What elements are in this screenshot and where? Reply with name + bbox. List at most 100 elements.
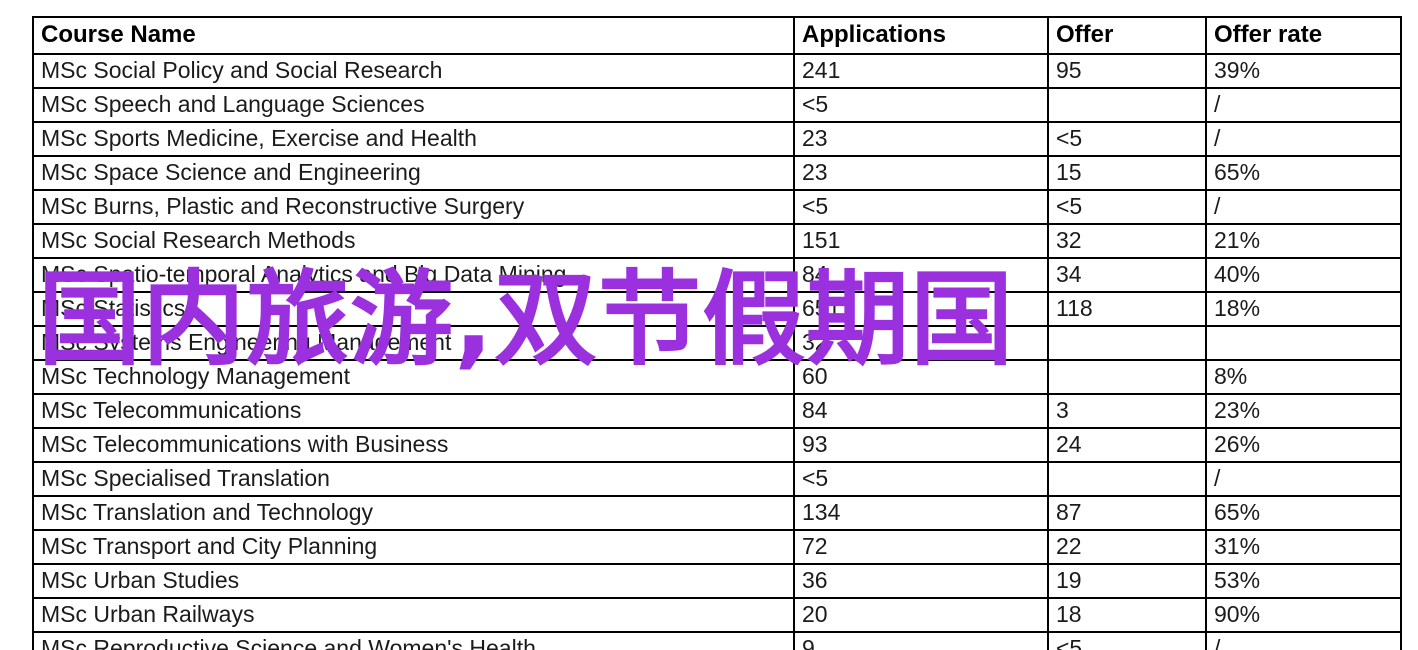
offer-cell — [1047, 461, 1207, 497]
table-row: MSc Statistics 651 118 18% — [32, 291, 1402, 327]
offer-cell — [1047, 325, 1207, 361]
offer-rate-cell: 23% — [1205, 393, 1402, 429]
table-row: MSc Burns, Plastic and Reconstructive Su… — [32, 189, 1402, 225]
course-name-cell: MSc Technology Management — [32, 359, 795, 395]
applications-cell: 36 — [793, 563, 1049, 599]
table-row: MSc Social Research Methods 151 32 21% — [32, 223, 1402, 259]
offer-rate-cell: 31% — [1205, 529, 1402, 565]
course-name-cell: MSc Burns, Plastic and Reconstructive Su… — [32, 189, 795, 225]
offer-cell: 95 — [1047, 53, 1207, 89]
table-row: MSc Space Science and Engineering 23 15 65% — [32, 155, 1402, 191]
offer-cell: 15 — [1047, 155, 1207, 191]
table-header-row: Course Name Applications Offer Offer rat… — [32, 16, 1402, 55]
course-name-cell: MSc Sports Medicine, Exercise and Health — [32, 121, 795, 157]
table-row: MSc Telecommunications with Business 93 24… — [32, 427, 1402, 463]
offer-rate-cell: 90% — [1205, 597, 1402, 633]
table-header: Course Name Applications Offer Offer rat… — [32, 16, 1402, 55]
course-name-cell: MSc Space Science and Engineering — [32, 155, 795, 191]
page-canvas: 蓝天地 留学 Course Name Applications Offer Of… — [0, 0, 1418, 650]
applications-cell: 151 — [793, 223, 1049, 259]
table-row: MSc Reproductive Science and Women's Hea… — [32, 631, 1402, 650]
course-name-cell: MSc Social Policy and Social Research — [32, 53, 795, 89]
applications-cell: 23 — [793, 155, 1049, 191]
offer-cell: 32 — [1047, 223, 1207, 259]
applications-cell: 134 — [793, 495, 1049, 531]
offer-cell: <5 — [1047, 631, 1207, 650]
offer-cell — [1047, 87, 1207, 123]
offer-cell: 3 — [1047, 393, 1207, 429]
offer-cell: 24 — [1047, 427, 1207, 463]
applications-cell: 20 — [793, 597, 1049, 633]
offer-rate-cell: / — [1205, 87, 1402, 123]
offer-rate-cell: 18% — [1205, 291, 1402, 327]
applications-cell: <5 — [793, 87, 1049, 123]
offer-cell: 34 — [1047, 257, 1207, 293]
applications-cell: 9 — [793, 631, 1049, 650]
course-name-cell: MSc Urban Railways — [32, 597, 795, 633]
course-statistics-table-container: Course Name Applications Offer Offer rat… — [32, 16, 1402, 650]
column-header-applications: Applications — [793, 16, 1049, 55]
course-statistics-table: Course Name Applications Offer Offer rat… — [32, 16, 1402, 650]
course-name-cell: MSc Social Research Methods — [32, 223, 795, 259]
offer-rate-cell: 65% — [1205, 155, 1402, 191]
course-name-cell: MSc Speech and Language Sciences — [32, 87, 795, 123]
table-body: MSc Social Policy and Social Research 241… — [32, 53, 1402, 650]
applications-cell: 84 — [793, 257, 1049, 293]
offer-rate-cell: 53% — [1205, 563, 1402, 599]
applications-cell: 32 — [793, 325, 1049, 361]
applications-cell: 23 — [793, 121, 1049, 157]
offer-rate-cell: / — [1205, 461, 1402, 497]
offer-cell: 118 — [1047, 291, 1207, 327]
applications-cell: <5 — [793, 461, 1049, 497]
column-header-offer: Offer — [1047, 16, 1207, 55]
course-name-cell: MSc Reproductive Science and Women's Hea… — [32, 631, 795, 650]
column-header-course-name: Course Name — [32, 16, 795, 55]
applications-cell: 84 — [793, 393, 1049, 429]
applications-cell: <5 — [793, 189, 1049, 225]
course-name-cell: MSc Telecommunications — [32, 393, 795, 429]
course-name-cell: MSc Systems Engineering Management — [32, 325, 795, 361]
offer-cell — [1047, 359, 1207, 395]
table-row: MSc Social Policy and Social Research 241… — [32, 53, 1402, 89]
applications-cell: 241 — [793, 53, 1049, 89]
offer-rate-cell: 21% — [1205, 223, 1402, 259]
offer-rate-cell: 26% — [1205, 427, 1402, 463]
course-name-cell: MSc Translation and Technology — [32, 495, 795, 531]
course-name-cell: MSc Specialised Translation — [32, 461, 795, 497]
table-row: MSc Technology Management 60 8% — [32, 359, 1402, 395]
course-name-cell: MSc Telecommunications with Business — [32, 427, 795, 463]
column-header-offer-rate: Offer rate — [1205, 16, 1402, 55]
offer-rate-cell: / — [1205, 631, 1402, 650]
offer-rate-cell: / — [1205, 189, 1402, 225]
applications-cell: 60 — [793, 359, 1049, 395]
offer-cell: <5 — [1047, 189, 1207, 225]
course-name-cell: MSc Statistics — [32, 291, 795, 327]
table-row: MSc Spatio-temporal Analytics and Big Da… — [32, 257, 1402, 293]
offer-cell: 18 — [1047, 597, 1207, 633]
table-row: MSc Systems Engineering Management 32 — [32, 325, 1402, 361]
table-row: MSc Sports Medicine, Exercise and Health… — [32, 121, 1402, 157]
applications-cell: 93 — [793, 427, 1049, 463]
offer-rate-cell: 39% — [1205, 53, 1402, 89]
offer-rate-cell: 40% — [1205, 257, 1402, 293]
table-row: MSc Specialised Translation <5 / — [32, 461, 1402, 497]
table-row: MSc Telecommunications 84 3 23% — [32, 393, 1402, 429]
offer-rate-cell: 8% — [1205, 359, 1402, 395]
offer-cell: 22 — [1047, 529, 1207, 565]
table-row: MSc Speech and Language Sciences <5 / — [32, 87, 1402, 123]
course-name-cell: MSc Transport and City Planning — [32, 529, 795, 565]
offer-cell: <5 — [1047, 121, 1207, 157]
applications-cell: 72 — [793, 529, 1049, 565]
course-name-cell: MSc Spatio-temporal Analytics and Big Da… — [32, 257, 795, 293]
table-row: MSc Urban Railways 20 18 90% — [32, 597, 1402, 633]
offer-cell: 87 — [1047, 495, 1207, 531]
offer-cell: 19 — [1047, 563, 1207, 599]
table-row: MSc Urban Studies 36 19 53% — [32, 563, 1402, 599]
table-row: MSc Translation and Technology 134 87 65% — [32, 495, 1402, 531]
course-name-cell: MSc Urban Studies — [32, 563, 795, 599]
offer-rate-cell: / — [1205, 121, 1402, 157]
offer-rate-cell: 65% — [1205, 495, 1402, 531]
offer-rate-cell — [1205, 325, 1402, 361]
table-row: MSc Transport and City Planning 72 22 31% — [32, 529, 1402, 565]
applications-cell: 651 — [793, 291, 1049, 327]
